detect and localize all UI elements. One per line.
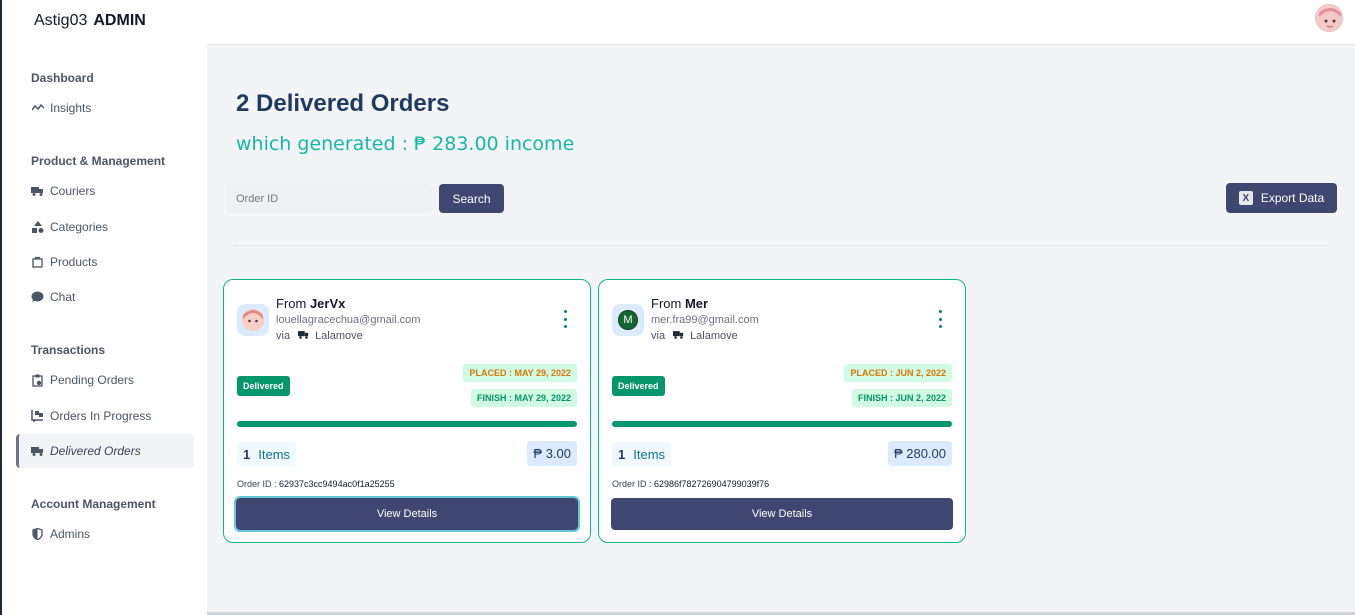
chat-bubble-icon [31,291,44,304]
customer-avatar [237,304,269,336]
truck-icon [31,185,44,198]
page-title: 2 Delivered Orders [236,90,450,117]
divider [233,245,1330,246]
finish-date-badge: FINISH : MAY 29, 2022 [470,389,577,407]
more-options-icon[interactable] [935,310,945,328]
courier-name: Lalamove [315,330,363,342]
item-count: 1 Items [612,442,672,466]
sidebar-item-products[interactable]: Products [16,245,194,279]
customer-name: From JerVx [276,296,346,311]
view-details-button[interactable]: View Details [234,496,580,532]
sidebar-item-couriers[interactable]: Couriers [16,174,194,208]
more-options-icon[interactable] [560,310,570,328]
export-label: Export Data [1260,191,1325,205]
sidebar-item-label: Orders In Progress [50,409,152,423]
customer-avatar: M [612,304,644,336]
sidebar: Astig03 ADMIN Dashboard Insights Product … [2,0,207,615]
sidebar-item-pending-orders[interactable]: Pending Orders [16,363,194,397]
truck-icon [673,330,684,342]
export-data-button[interactable]: X Export Data [1226,183,1337,213]
sidebar-item-admins[interactable]: Admins [16,517,194,551]
customer-email: louellagracechua@gmail.com [276,314,421,326]
chart-line-icon [31,102,44,115]
finish-date-badge: FINISH : JUN 2, 2022 [851,389,952,407]
section-title-account-management: Account Management [31,497,156,511]
sidebar-item-label: Categories [50,220,109,234]
search-button[interactable]: Search [439,184,504,213]
sidebar-item-label: Chat [50,290,76,304]
sidebar-item-delivered-orders[interactable]: Delivered Orders [16,434,194,468]
section-title-dashboard: Dashboard [31,71,94,85]
status-badge: Delivered [612,376,665,396]
sidebar-item-insights[interactable]: Insights [16,91,194,125]
shapes-icon [31,221,44,234]
placed-date-badge: PLACED : MAY 29, 2022 [463,364,577,382]
order-card: M From Mer mer.fra99@gmail.com via Lalam… [598,279,966,543]
bag-icon [31,256,44,269]
delivery-progress-bar [612,421,952,427]
order-card: From JerVx louellagracechua@gmail.com vi… [223,279,591,543]
order-id: Order ID : 62986f782726904799039f76 [612,479,770,489]
courier-info: via Lalamove [651,330,738,342]
dolly-icon [31,410,44,423]
sidebar-item-chat[interactable]: Chat [16,280,194,314]
income-amount: ₱ 283.00 [414,133,499,155]
sidebar-item-label: Admins [50,527,91,541]
customer-name: From Mer [651,296,709,311]
income-prefix: which generated : [236,133,415,155]
section-title-transactions: Transactions [31,343,106,357]
clipboard-icon [31,374,44,387]
income-suffix: income [498,133,575,155]
brand-name: Astig03 [34,12,88,29]
status-badge: Delivered [237,376,290,396]
sidebar-item-orders-in-progress[interactable]: Orders In Progress [16,399,194,433]
sidebar-item-label: Delivered Orders [50,444,141,458]
sidebar-item-label: Couriers [50,184,96,198]
truck-icon [31,445,44,458]
excel-icon: X [1238,191,1253,205]
customer-email: mer.fra99@gmail.com [651,314,759,326]
courier-name: Lalamove [690,330,738,342]
item-count: 1 Items [237,442,297,466]
courier-info: via Lalamove [276,330,363,342]
top-bar [207,0,1355,45]
sidebar-item-label: Insights [50,101,92,115]
order-total: ₱ 3.00 [527,441,577,466]
shield-icon [31,528,44,541]
delivery-progress-bar [237,421,577,427]
sidebar-item-categories[interactable]: Categories [16,210,194,244]
sidebar-item-label: Pending Orders [50,373,135,387]
sidebar-item-label: Products [50,255,98,269]
truck-icon [298,330,309,342]
section-title-product-management: Product & Management [31,154,166,168]
order-id: Order ID : 62937c3cc9494ac0f1a25255 [237,479,395,489]
order-id-search-input[interactable] [226,184,432,213]
brand-suffix: ADMIN [93,12,146,29]
placed-date-badge: PLACED : JUN 2, 2022 [844,364,952,382]
user-avatar[interactable] [1315,4,1343,32]
view-details-button[interactable]: View Details [611,498,953,530]
order-total: ₱ 280.00 [887,441,952,466]
brand-logo[interactable]: Astig03 ADMIN [34,12,146,30]
income-summary: which generated : ₱ 283.00 income [236,133,574,155]
